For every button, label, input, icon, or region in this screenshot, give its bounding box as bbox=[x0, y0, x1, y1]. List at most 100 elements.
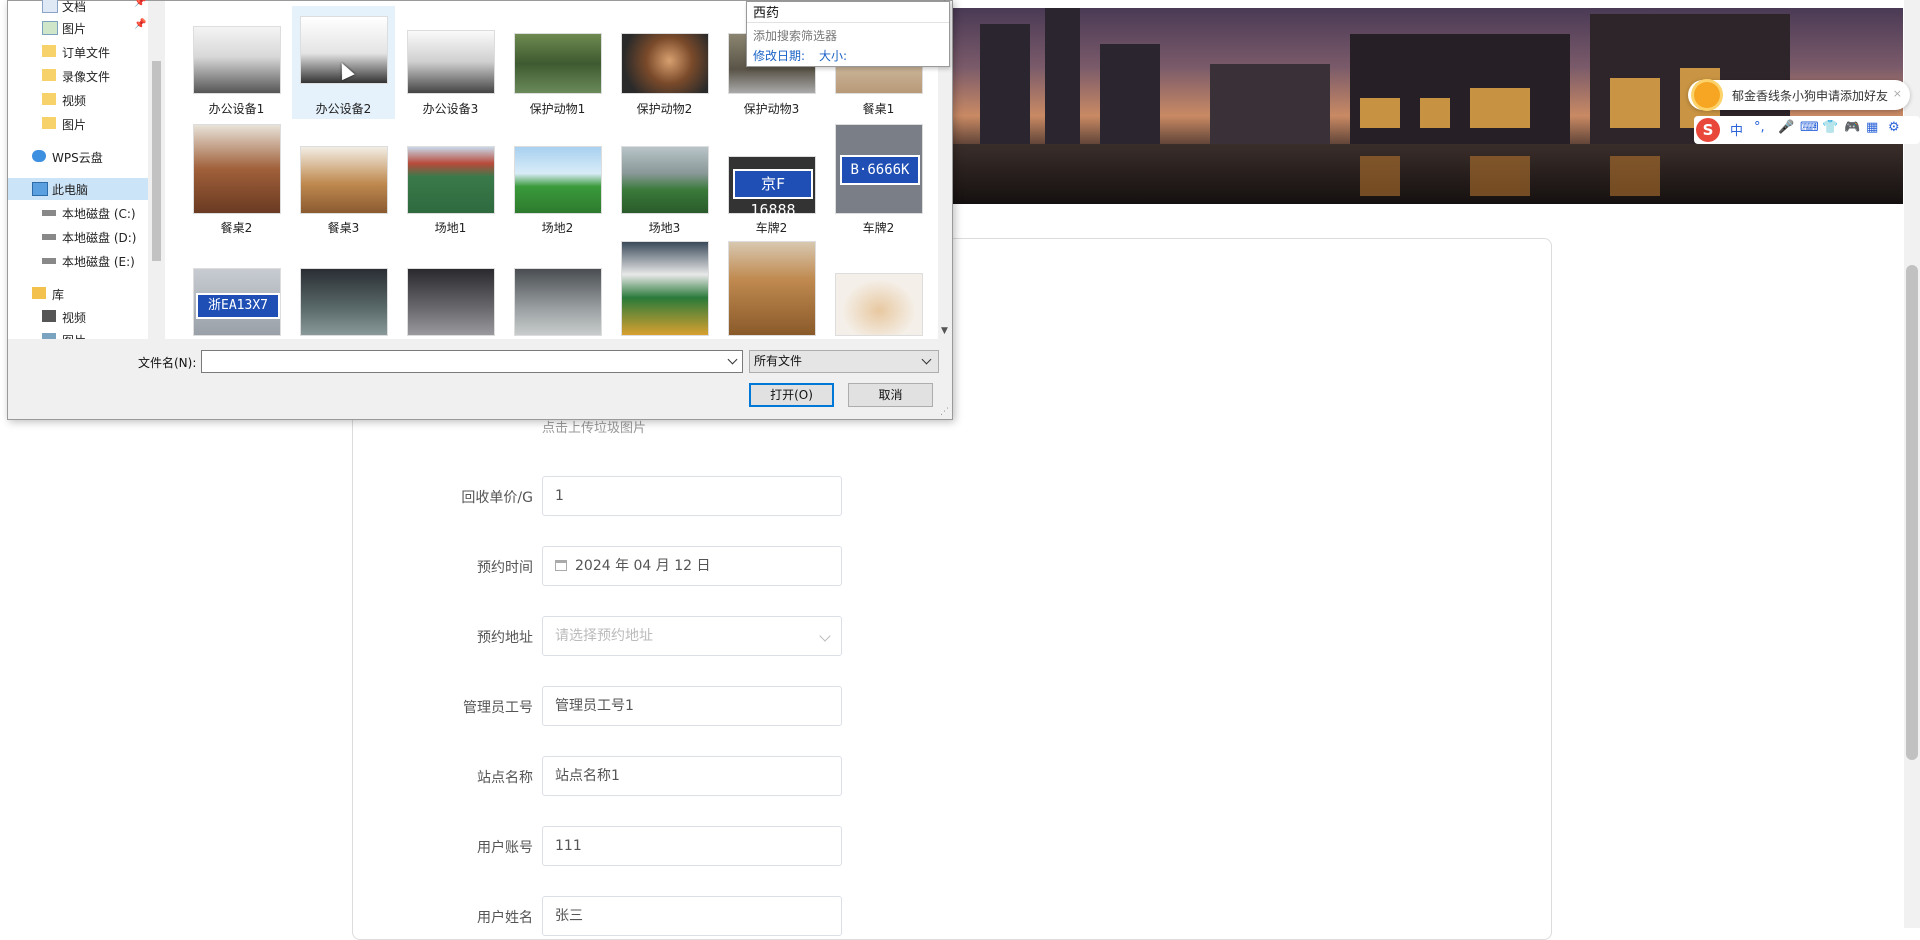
filename-input[interactable] bbox=[201, 350, 743, 373]
file-tile[interactable]: 浙EA13X7 bbox=[185, 238, 288, 339]
nav-item-drive-d[interactable]: 本地磁盘 (D:) bbox=[8, 226, 148, 248]
station-name-label: 站点名称 bbox=[477, 770, 533, 786]
resize-grip-icon[interactable]: ⋰ bbox=[940, 407, 949, 417]
file-tile[interactable] bbox=[827, 238, 930, 339]
file-tile[interactable]: 保护动物1 bbox=[506, 6, 609, 119]
file-tile[interactable] bbox=[292, 238, 395, 339]
address-select[interactable]: 请选择预约地址 bbox=[542, 616, 842, 656]
folder-icon bbox=[42, 93, 56, 105]
user-account-input[interactable]: 111 bbox=[542, 826, 842, 866]
drive-icon bbox=[42, 210, 56, 216]
file-tile[interactable]: B·6666K 车牌2 bbox=[827, 119, 930, 235]
dialog-bottom-bar: 文件名(N): 所有文件 打开(O) 取消 ⋰ bbox=[8, 339, 952, 419]
sogou-logo-icon[interactable]: S bbox=[1696, 118, 1720, 142]
file-tile[interactable]: 办公设备1 bbox=[185, 6, 288, 119]
nav-item-documents[interactable]: 文档 📌 bbox=[8, 0, 148, 17]
pin-icon: 📌 bbox=[134, 19, 147, 30]
nav-item-video-library[interactable]: 视频 bbox=[8, 306, 148, 328]
nav-item-wps-cloud[interactable]: WPS云盘 bbox=[8, 146, 148, 168]
filetype-select[interactable]: 所有文件 bbox=[749, 350, 939, 373]
file-thumbnail bbox=[621, 241, 709, 336]
file-tile[interactable] bbox=[399, 238, 502, 339]
nav-item-label: 图片 bbox=[62, 22, 87, 36]
drive-icon bbox=[42, 234, 56, 240]
file-tile[interactable]: 保护动物2 bbox=[613, 6, 716, 119]
nav-item-order-files[interactable]: 订单文件 bbox=[8, 41, 148, 63]
file-open-dialog: 文档 📌 图片 📌 订单文件 录像文件 视频 图片 WPS云盘 此电脑 本地磁盘… bbox=[7, 0, 953, 420]
file-name: 餐桌2 bbox=[220, 221, 253, 235]
page-scrollbar-thumb[interactable] bbox=[1906, 265, 1918, 760]
skin-icon[interactable]: 👕 bbox=[1822, 120, 1838, 135]
nav-item-pictures[interactable]: 图片 📌 bbox=[8, 17, 148, 39]
file-tile[interactable]: 场地3 bbox=[613, 119, 716, 235]
nav-item-libraries[interactable]: 库 bbox=[8, 283, 148, 305]
nav-item-label: WPS云盘 bbox=[52, 151, 103, 165]
navigation-scrollbar-thumb[interactable] bbox=[152, 61, 161, 261]
filter-date-modified[interactable]: 修改日期: bbox=[753, 47, 805, 64]
settings-icon[interactable]: ⚙ bbox=[1888, 120, 1900, 135]
file-name: 办公设备1 bbox=[208, 102, 265, 116]
file-thumbnail: 浙EA13X7 bbox=[193, 268, 281, 336]
cancel-button[interactable]: 取消 bbox=[848, 383, 933, 407]
close-icon[interactable]: × bbox=[1893, 87, 1902, 100]
filetype-value: 所有文件 bbox=[754, 354, 803, 368]
file-thumbnail bbox=[193, 26, 281, 94]
user-name-input[interactable]: 张三 bbox=[542, 896, 842, 936]
nav-item-label: 本地磁盘 (C:) bbox=[62, 207, 136, 221]
file-tile[interactable] bbox=[506, 238, 609, 339]
ime-punctuation-toggle[interactable]: °, bbox=[1754, 120, 1765, 135]
license-plate: 京F 16888 bbox=[733, 169, 813, 219]
nav-item-label: 订单文件 bbox=[62, 46, 111, 60]
price-label: 回收单价/G bbox=[461, 490, 533, 506]
nav-item-this-pc[interactable]: 此电脑 bbox=[8, 178, 148, 200]
ime-toolbar[interactable]: S 中 °, 🎤 ⌨ 👕 🎮 ▦ ⚙ bbox=[1694, 116, 1920, 144]
admin-id-input[interactable]: 管理员工号1 bbox=[542, 686, 842, 726]
file-tile[interactable]: 办公设备3 bbox=[399, 6, 502, 119]
nav-item-videos[interactable]: 视频 bbox=[8, 89, 148, 111]
nav-item-pictures-folder[interactable]: 图片 bbox=[8, 113, 148, 135]
file-tile[interactable]: 餐桌2 bbox=[185, 119, 288, 235]
ime-mode-toggle[interactable]: 中 bbox=[1730, 120, 1743, 139]
open-button[interactable]: 打开(O) bbox=[749, 383, 834, 407]
user-account-label: 用户账号 bbox=[477, 840, 533, 856]
game-icon[interactable]: 🎮 bbox=[1844, 120, 1860, 135]
nav-item-picture-library[interactable]: 图片 bbox=[8, 329, 148, 339]
address-label: 预约地址 bbox=[477, 630, 533, 646]
file-tile[interactable] bbox=[720, 238, 823, 339]
file-name: 车牌2 bbox=[862, 221, 895, 235]
file-tile[interactable]: 京F 16888 车牌2 bbox=[720, 119, 823, 235]
ime-notification[interactable]: 郁金香线条小狗申请添加好友 × bbox=[1688, 80, 1910, 110]
folder-icon bbox=[42, 117, 56, 129]
nav-item-label: 本地磁盘 (D:) bbox=[62, 231, 137, 245]
file-thumbnail bbox=[514, 33, 602, 94]
document-icon bbox=[42, 0, 58, 13]
filter-size[interactable]: 大小: bbox=[819, 47, 847, 64]
keyboard-icon[interactable]: ⌨ bbox=[1800, 120, 1819, 135]
nav-item-drive-c[interactable]: 本地磁盘 (C:) bbox=[8, 202, 148, 224]
file-tile[interactable]: 场地1 bbox=[399, 119, 502, 235]
scroll-down-icon[interactable]: ▼ bbox=[941, 326, 948, 336]
chevron-down-icon[interactable] bbox=[727, 354, 738, 365]
price-input[interactable]: 1 bbox=[542, 476, 842, 516]
video-library-icon bbox=[42, 310, 56, 322]
file-name: 办公设备3 bbox=[422, 102, 479, 116]
drive-icon bbox=[42, 258, 56, 264]
nav-item-recordings[interactable]: 录像文件 bbox=[8, 65, 148, 87]
file-tile[interactable] bbox=[613, 238, 716, 339]
microphone-icon[interactable]: 🎤 bbox=[1778, 120, 1794, 135]
station-name-input[interactable]: 站点名称1 bbox=[542, 756, 842, 796]
nav-item-drive-e[interactable]: 本地磁盘 (E:) bbox=[8, 250, 148, 272]
file-tile[interactable]: 餐桌3 bbox=[292, 119, 395, 235]
file-name: 保护动物3 bbox=[743, 102, 800, 116]
file-tile[interactable]: 场地2 bbox=[506, 119, 609, 235]
appointment-date-picker[interactable]: 2024 年 04 月 12 日 bbox=[542, 546, 842, 586]
toolbox-icon[interactable]: ▦ bbox=[1866, 120, 1878, 135]
file-thumbnail bbox=[621, 146, 709, 214]
nav-item-label: 本地磁盘 (E:) bbox=[62, 255, 135, 269]
ime-notification-text: 郁金香线条小狗申请添加好友 bbox=[1732, 89, 1889, 103]
file-name: 保护动物1 bbox=[529, 102, 586, 116]
admin-id-label: 管理员工号 bbox=[463, 700, 533, 716]
address-placeholder: 请选择预约地址 bbox=[555, 628, 653, 644]
search-query[interactable]: 西药 bbox=[753, 2, 779, 21]
file-thumbnail bbox=[193, 124, 281, 214]
